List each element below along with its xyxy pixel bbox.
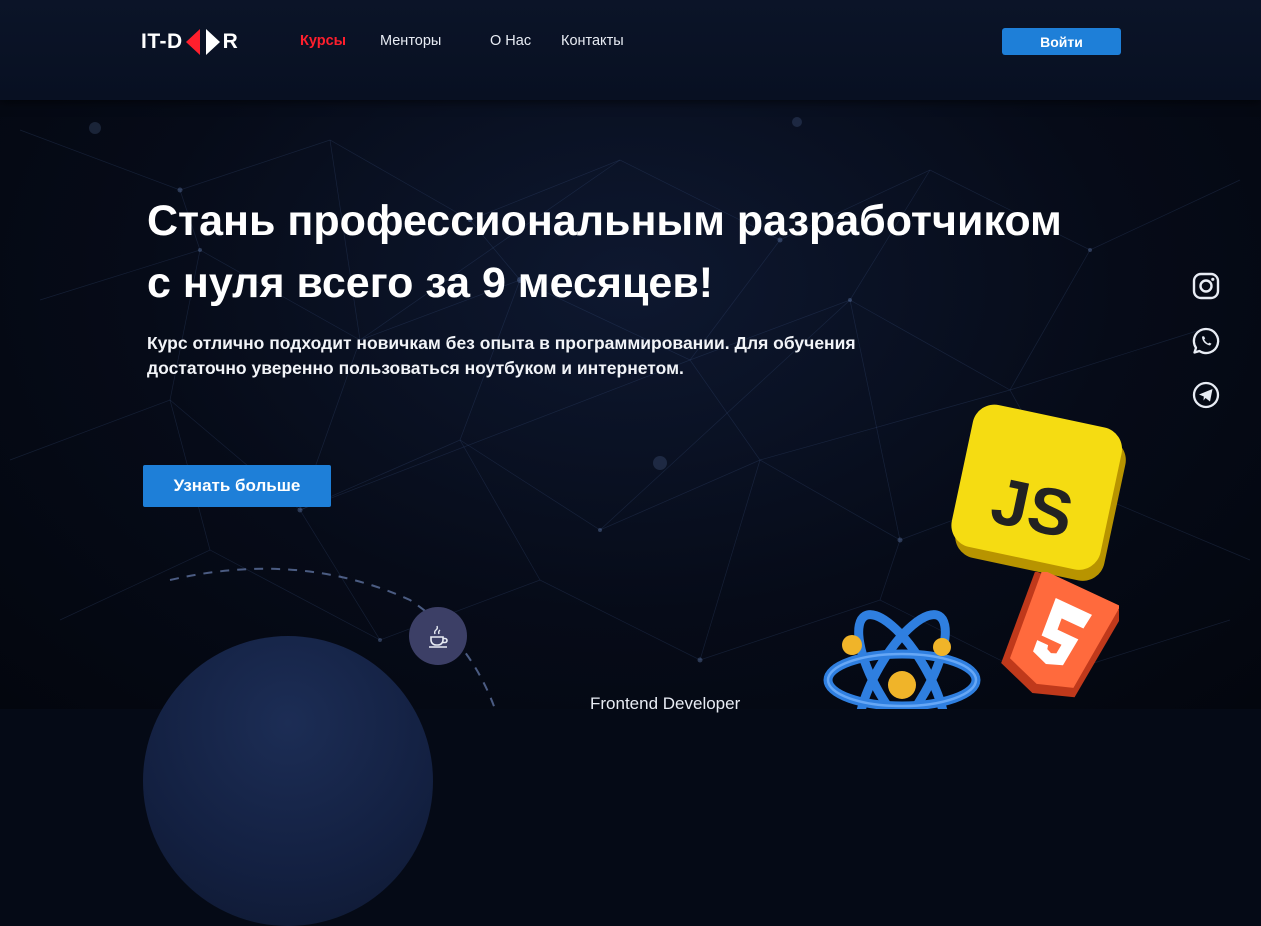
site-header: IT-D R Курсы Менторы О Нас Контакты Войт… xyxy=(0,0,1261,100)
nav-courses[interactable]: Курсы xyxy=(300,33,346,49)
hero-title-line-2: с нуля всего за 9 месяцев! xyxy=(147,259,714,307)
hero-title: Стань профессиональным разработчиком с н… xyxy=(147,190,1147,314)
hero-subtitle-line-1: Курс отлично подходит новичкам без опыта… xyxy=(147,333,856,353)
javascript-icon: JS xyxy=(951,404,1126,581)
nav-contacts[interactable]: Контакты xyxy=(561,33,624,49)
java-cup-icon xyxy=(429,625,448,648)
java-course-bubble[interactable] xyxy=(409,607,467,665)
html5-icon xyxy=(1001,572,1119,698)
instagram-icon[interactable] xyxy=(1191,271,1221,301)
logo-text-right: R xyxy=(222,30,239,53)
hero-subtitle-line-2: достаточно уверенно пользоваться ноутбук… xyxy=(147,358,684,378)
nav-about[interactable]: О Нас xyxy=(490,33,531,49)
hero-title-line-1: Стань профессиональным разработчиком xyxy=(147,197,1062,245)
orbit-path xyxy=(169,567,496,709)
telegram-icon[interactable] xyxy=(1191,380,1221,410)
logo[interactable]: IT-D R xyxy=(141,28,238,56)
frontend-developer-label: Frontend Developer xyxy=(590,694,741,713)
nav-mentors[interactable]: Менторы xyxy=(380,33,441,49)
hero-subtitle: Курс отлично подходит новичкам без опыта… xyxy=(147,331,907,381)
react-atom-icon xyxy=(823,610,981,709)
logo-door-icon xyxy=(185,29,220,55)
logo-text-left: IT-D xyxy=(141,30,183,53)
whatsapp-icon[interactable] xyxy=(1191,326,1221,356)
learn-more-button[interactable]: Узнать больше xyxy=(143,465,331,507)
login-button[interactable]: Войти xyxy=(1002,28,1121,55)
